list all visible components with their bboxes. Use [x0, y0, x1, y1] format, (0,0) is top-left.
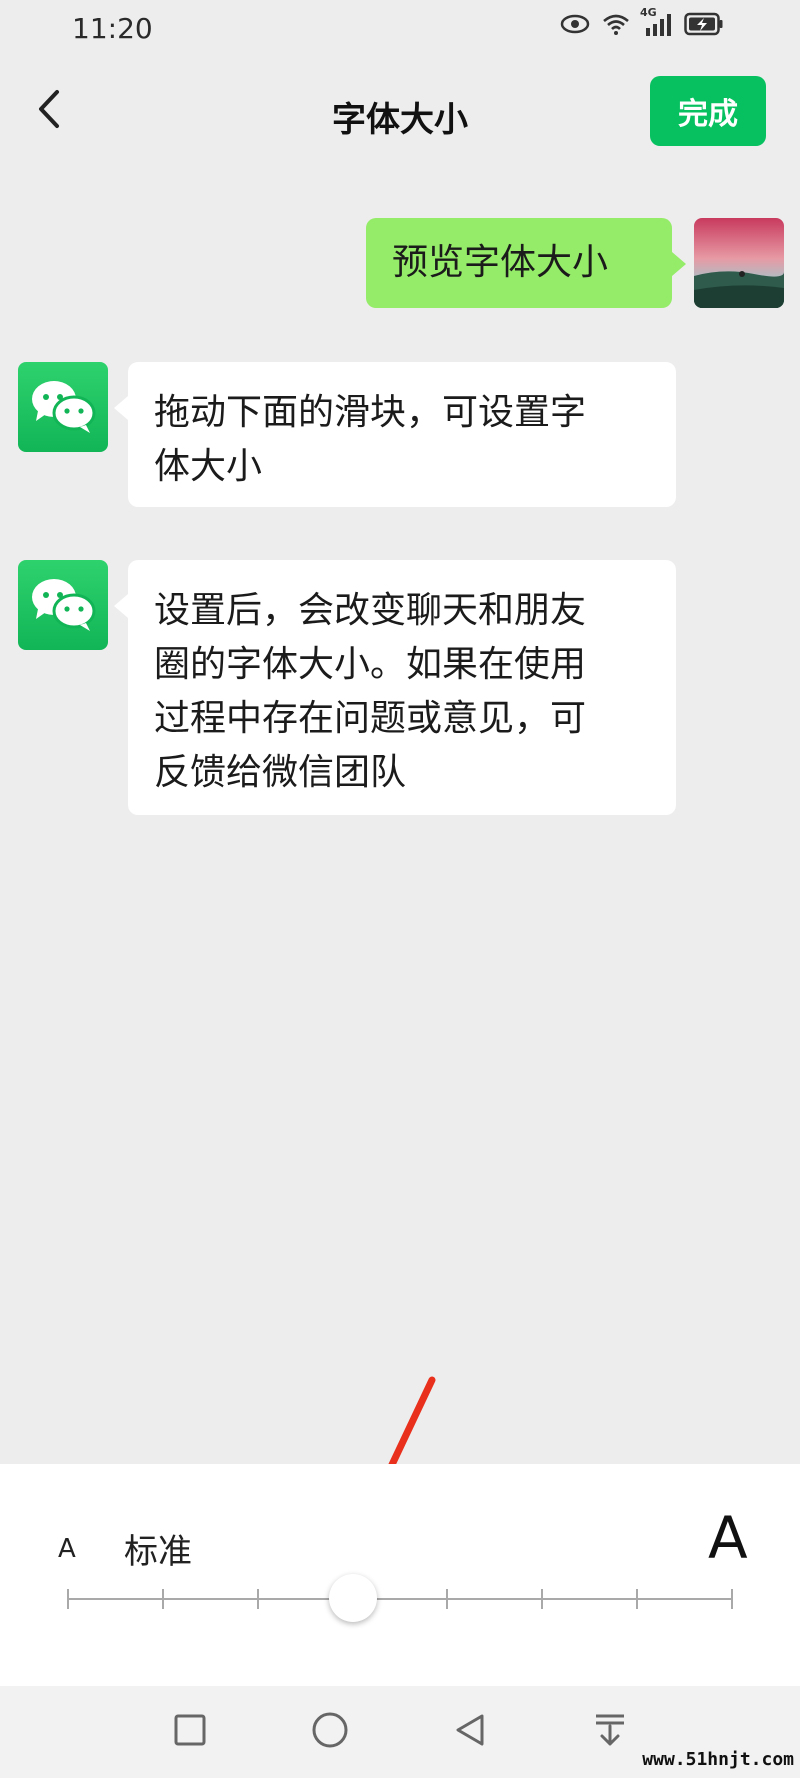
status-bar: 11:20 4G — [0, 0, 800, 60]
message-text-line: 反馈给微信团队 — [154, 752, 407, 793]
status-time: 11:20 — [72, 12, 153, 45]
notification-pull-icon — [592, 1712, 628, 1752]
signal-icon: 4G — [640, 6, 672, 36]
font-size-panel: A 标准 A — [0, 1464, 800, 1686]
back-nav-button[interactable] — [446, 1708, 494, 1756]
slider-tick[interactable] — [161, 1589, 164, 1609]
recent-apps-icon — [173, 1713, 207, 1751]
large-font-label: A — [708, 1504, 748, 1572]
message-bubble-incoming: 拖动下面的滑块，可设置字 体大小 — [114, 362, 676, 507]
nav-bar: 字体大小 完成 — [0, 70, 800, 160]
status-icons: 4G — [560, 6, 724, 36]
message-text-line: 设置后，会改变聊天和朋友 — [154, 590, 587, 631]
wifi-icon — [602, 12, 630, 36]
slider-tick[interactable] — [446, 1589, 449, 1609]
wechat-logo-icon — [28, 375, 98, 439]
slider-tick[interactable] — [731, 1589, 733, 1609]
small-font-label: A — [58, 1534, 76, 1564]
slider-tick[interactable] — [67, 1589, 69, 1609]
battery-charging-icon — [684, 12, 724, 36]
message-text-line: 圈的字体大小。如果在使用 — [154, 644, 587, 685]
message-text-line: 体大小 — [154, 446, 263, 487]
avatar-user[interactable] — [694, 218, 784, 308]
current-size-label: 标准 — [124, 1532, 192, 1572]
message-text: 预览字体大小 — [392, 242, 609, 283]
notification-pull-button[interactable] — [586, 1708, 634, 1756]
avatar-wechat[interactable] — [18, 362, 108, 452]
slider-tick[interactable] — [256, 1589, 259, 1609]
slider-thumb[interactable] — [328, 1574, 377, 1622]
eye-icon — [560, 14, 590, 34]
message-text-line: 拖动下面的滑块，可设置字 — [154, 392, 587, 433]
recent-apps-button[interactable] — [166, 1708, 214, 1756]
done-button[interactable]: 完成 — [650, 76, 766, 146]
message-incoming: 设置后，会改变聊天和朋友 圈的字体大小。如果在使用 过程中存在问题或意见，可 反… — [0, 560, 800, 815]
message-bubble-incoming: 设置后，会改变聊天和朋友 圈的字体大小。如果在使用 过程中存在问题或意见，可 反… — [114, 560, 676, 815]
wechat-logo-icon — [28, 573, 98, 637]
slider-tick[interactable] — [636, 1589, 639, 1609]
network-type-label: 4G — [640, 6, 657, 19]
home-icon — [311, 1711, 349, 1753]
watermark: www.51hnjt.com — [642, 1749, 794, 1770]
avatar-wechat[interactable] — [18, 560, 108, 650]
message-incoming: 拖动下面的滑块，可设置字 体大小 — [0, 362, 800, 507]
home-button[interactable] — [306, 1708, 354, 1756]
message-bubble-outgoing: 预览字体大小 — [366, 218, 686, 308]
message-text-line: 过程中存在问题或意见，可 — [154, 698, 587, 739]
back-triangle-icon — [452, 1712, 488, 1752]
system-nav-bar: www.51hnjt.com — [0, 1686, 800, 1778]
slider-tick[interactable] — [541, 1589, 544, 1609]
message-outgoing: 预览字体大小 — [0, 216, 800, 308]
font-size-slider[interactable] — [67, 1574, 733, 1622]
